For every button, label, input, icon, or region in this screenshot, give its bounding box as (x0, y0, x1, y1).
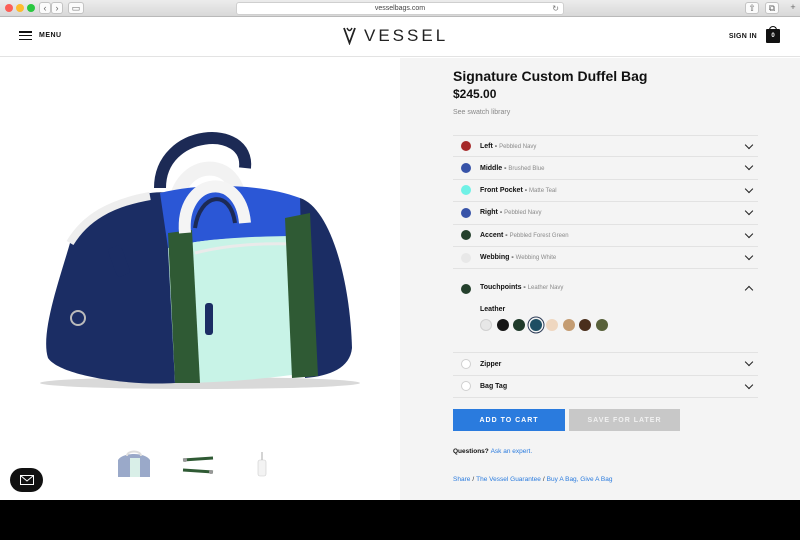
color-dot (461, 185, 471, 196)
option-row-zipper[interactable]: Zipper (453, 353, 758, 376)
option-label: Middle (480, 164, 503, 172)
leather-swatch[interactable] (513, 319, 525, 332)
leather-swatch[interactable] (562, 319, 575, 332)
share-icon[interactable]: ⇧ (745, 2, 759, 14)
option-label: Left (480, 142, 493, 150)
option-label: Right (480, 209, 498, 217)
chevron-down-icon (744, 140, 754, 150)
option-value: Pebbled Forest Green (509, 232, 569, 239)
product-title: Signature Custom Duffel Bag (453, 68, 648, 84)
option-label: Zipper (480, 360, 502, 368)
address-bar[interactable]: vesselbags.com ↻ (236, 2, 564, 15)
leather-swatch[interactable] (480, 319, 492, 332)
chevron-down-icon (744, 184, 754, 194)
chevron-down-icon (744, 251, 754, 261)
option-value: Brushed Blue (508, 165, 545, 172)
add-to-cart-button[interactable]: ADD TO CART (453, 409, 565, 431)
leather-swatch[interactable] (546, 319, 558, 332)
chevron-down-icon (744, 358, 754, 367)
cart-count: 0 (771, 33, 775, 39)
option-list: Left - Pebbled Navy Middle - Brushed Blu… (453, 135, 758, 399)
ask-expert-link[interactable]: Ask an expert. (491, 448, 533, 455)
option-value: Webbing White (515, 255, 557, 262)
save-for-later-button[interactable]: SAVE FOR LATER (569, 409, 680, 431)
forward-button[interactable]: › (51, 2, 63, 14)
chevron-up-icon[interactable] (744, 286, 754, 295)
chevron-down-icon (744, 229, 754, 238)
option-label: Front Pocket (480, 186, 523, 194)
product-image[interactable] (0, 58, 400, 438)
sign-in-link[interactable]: SIGN IN (729, 33, 757, 40)
option-label: Touchpoints (480, 284, 522, 292)
hamburger-icon (19, 31, 32, 40)
envelope-icon (19, 475, 34, 485)
option-row-right[interactable]: Right - Pebbled Navy (453, 202, 758, 225)
chevron-down-icon (744, 380, 754, 389)
menu-button[interactable]: MENU (19, 31, 62, 40)
questions-line: Questions? Ask an expert. (453, 448, 532, 455)
sidebar-toggle-button[interactable]: ▭ (68, 2, 84, 14)
thumbnail-strap[interactable] (178, 448, 218, 482)
leather-swatch[interactable] (496, 319, 509, 332)
leather-swatch[interactable] (595, 319, 608, 332)
color-dot (461, 252, 471, 263)
site-header: MENU VESSEL SIGN IN 0 (0, 17, 800, 57)
option-label: Bag Tag (480, 382, 508, 390)
option-row-accent[interactable]: Accent - Pebbled Forest Green (453, 225, 758, 247)
thumbnail-strip (114, 448, 282, 482)
minimize-window-button[interactable] (16, 4, 24, 12)
option-value: Pebbled Navy (499, 143, 537, 150)
reload-icon[interactable]: ↻ (552, 3, 559, 14)
color-dot (461, 230, 471, 241)
menu-label: MENU (39, 32, 62, 39)
zoom-window-button[interactable] (27, 4, 35, 12)
thumbnail-bag-tag[interactable] (242, 448, 282, 482)
option-value: Leather Navy (527, 285, 564, 292)
close-window-button[interactable] (5, 4, 13, 12)
share-link[interactable]: Share (453, 476, 470, 483)
leather-swatches (480, 319, 608, 332)
color-dot (461, 207, 471, 218)
option-row-bag-tag[interactable]: Bag Tag (453, 376, 758, 399)
logo[interactable]: VESSEL (343, 26, 448, 46)
option-label: Accent (480, 231, 504, 239)
leather-subheading: Leather (480, 306, 506, 314)
color-dot (461, 284, 471, 295)
option-value: Matte Teal (529, 187, 557, 194)
vessel-logo-icon (343, 27, 356, 45)
color-dot (461, 141, 471, 152)
questions-prefix: Questions? (453, 448, 489, 455)
thumbnail-bag[interactable] (114, 448, 154, 482)
chat-button[interactable] (10, 468, 43, 492)
cart-icon[interactable]: 0 (766, 26, 780, 43)
color-dot (461, 381, 471, 392)
product-details-panel: Signature Custom Duffel Bag $245.00 See … (400, 58, 800, 500)
option-row-touchpoints[interactable]: Touchpoints - Leather Navy Leather (453, 269, 758, 354)
tabs-icon[interactable]: ⧉ (765, 2, 779, 14)
option-row-middle[interactable]: Middle - Brushed Blue (453, 157, 758, 180)
buy-a-bag-link[interactable]: Buy A Bag, Give A Bag (547, 476, 613, 483)
option-label: Webbing (480, 254, 510, 262)
url-text: vesselbags.com (374, 5, 426, 12)
logo-text: VESSEL (364, 26, 449, 45)
option-row-webbing[interactable]: Webbing - Webbing White (453, 247, 758, 270)
guarantee-link[interactable]: The Vessel Guarantee (476, 476, 541, 483)
option-row-front-pocket[interactable]: Front Pocket - Matte Teal (453, 180, 758, 203)
option-value: Pebbled Navy (504, 210, 542, 217)
new-tab-icon[interactable]: + (787, 2, 799, 14)
color-dot (461, 163, 471, 174)
product-price: $245.00 (453, 87, 497, 101)
leather-swatch[interactable] (579, 319, 591, 332)
chevron-down-icon (744, 206, 754, 216)
chevron-down-icon (744, 162, 754, 171)
footer-links: Share / The Vessel Guarantee / Buy A Bag, Gi… (453, 476, 613, 483)
browser-window: ‹ › ▭ vesselbags.com ↻ ⇧ ⧉ + MENU VESSEL… (0, 0, 800, 500)
back-button[interactable]: ‹ (39, 2, 51, 14)
product-gallery (0, 58, 400, 500)
swatch-library-link[interactable]: See swatch library (453, 109, 510, 116)
leather-swatch[interactable] (529, 319, 542, 332)
option-row-left[interactable]: Left - Pebbled Navy (453, 135, 758, 158)
color-dot (461, 359, 471, 370)
browser-toolbar: ‹ › ▭ vesselbags.com ↻ ⇧ ⧉ + (0, 0, 800, 17)
